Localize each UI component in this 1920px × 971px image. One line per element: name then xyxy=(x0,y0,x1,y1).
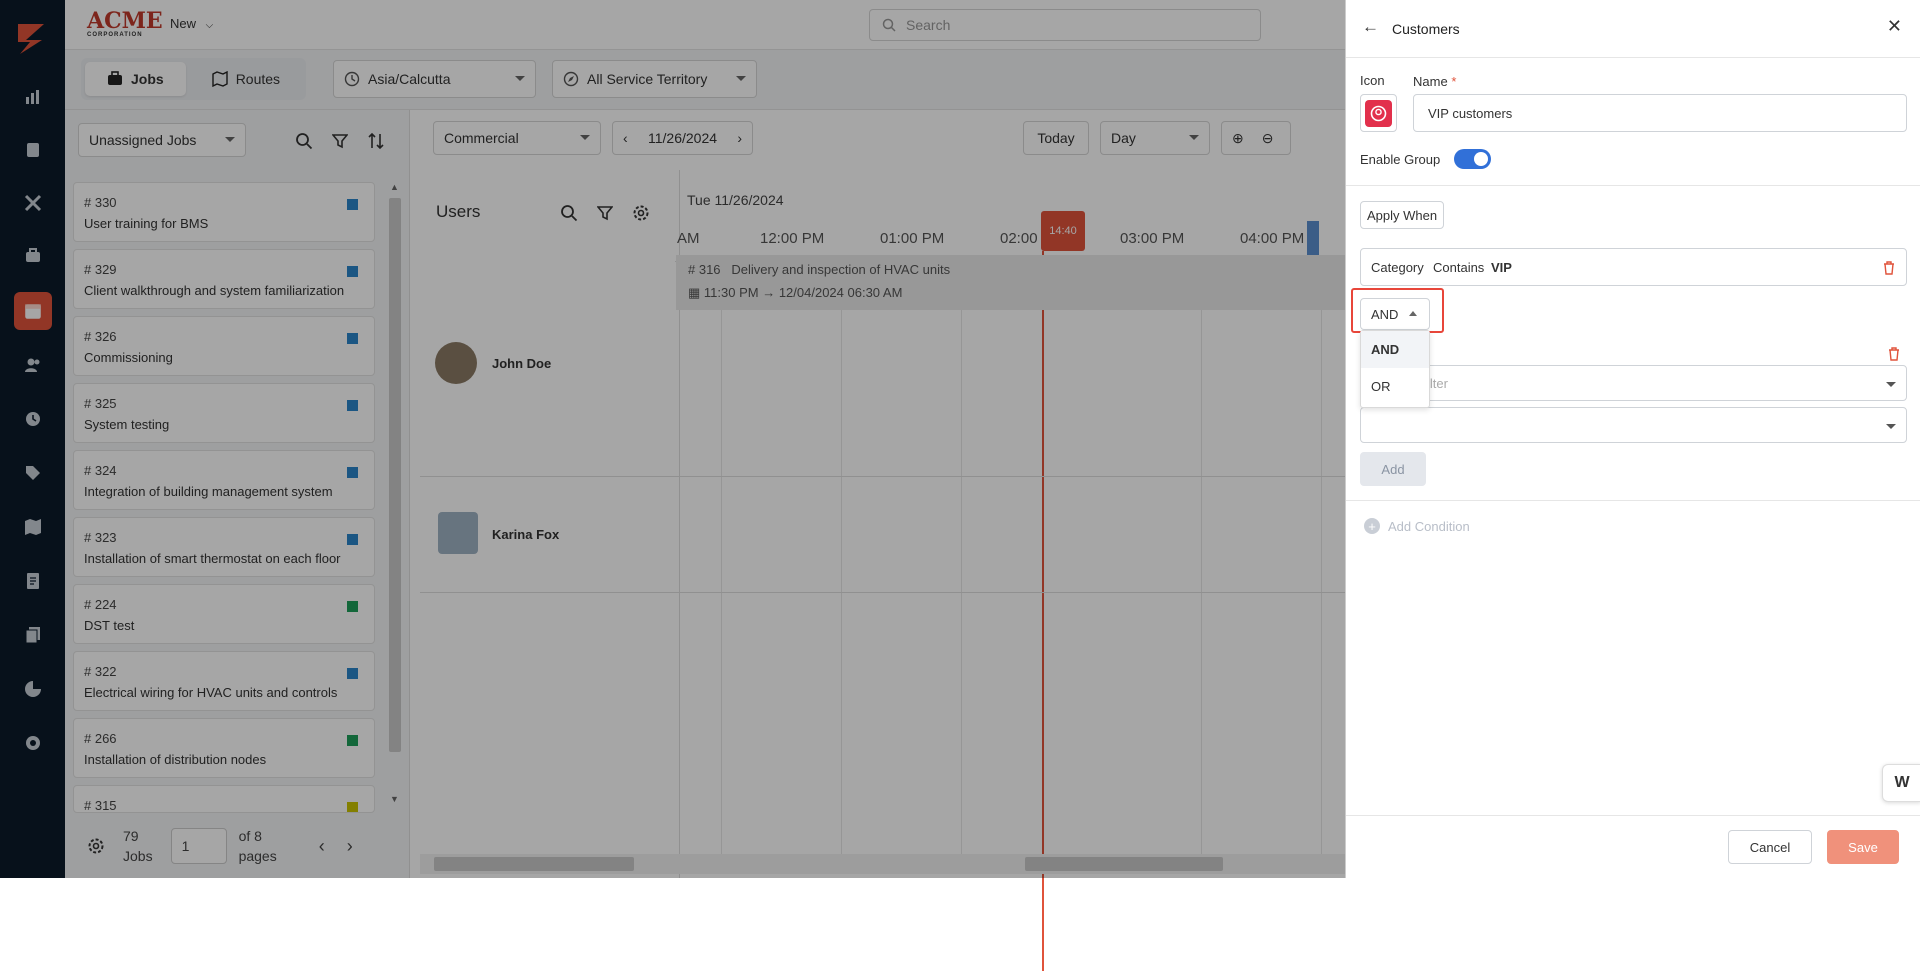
icon-label: Icon xyxy=(1360,73,1385,88)
save-button[interactable]: Save xyxy=(1827,830,1899,864)
filter-field-placeholder: ilter xyxy=(1427,375,1448,391)
dropdown-option-or[interactable]: OR xyxy=(1361,368,1429,405)
drawer-header: ← Customers ✕ xyxy=(1346,0,1920,58)
dropdown-option-label: AND xyxy=(1371,342,1400,357)
user-circle-icon xyxy=(1365,99,1392,127)
section-divider xyxy=(1346,500,1920,501)
logic-operator-value: AND xyxy=(1371,306,1399,322)
condition-field: Category xyxy=(1371,260,1424,275)
drawer-title: Customers xyxy=(1392,21,1460,37)
group-name-input[interactable]: VIP customers xyxy=(1413,94,1907,132)
add-button-label: Add xyxy=(1381,461,1405,477)
add-condition-button[interactable]: + Add Condition xyxy=(1364,518,1470,534)
customer-group-drawer: ← Customers ✕ Icon Name * VIP customers … xyxy=(1345,0,1920,878)
plus-circle-icon: + xyxy=(1364,518,1380,534)
apply-when-label: Apply When xyxy=(1366,207,1438,223)
required-mark: * xyxy=(1451,74,1457,89)
section-divider xyxy=(1346,185,1920,186)
filter-value-select[interactable] xyxy=(1360,407,1907,443)
enable-group-toggle[interactable] xyxy=(1454,149,1491,169)
filter-field-select[interactable]: ilter xyxy=(1360,365,1907,401)
add-button[interactable]: Add xyxy=(1360,452,1426,486)
dropdown-option-and[interactable]: AND xyxy=(1361,331,1429,368)
logic-operator-dropdown: AND OR xyxy=(1360,330,1430,408)
save-button-label: Save xyxy=(1848,839,1878,855)
cancel-button[interactable]: Cancel xyxy=(1728,830,1812,864)
condition-value: VIP xyxy=(1491,260,1512,275)
enable-group-label: Enable Group xyxy=(1360,152,1441,167)
add-condition-label: Add Condition xyxy=(1388,518,1470,534)
condition-operator: Contains xyxy=(1433,260,1485,275)
cancel-button-label: Cancel xyxy=(1749,839,1791,855)
logic-operator-select[interactable]: AND xyxy=(1360,298,1430,330)
trash-icon[interactable] xyxy=(1882,260,1896,275)
footer-divider xyxy=(1346,815,1920,816)
group-name-value: VIP customers xyxy=(1428,105,1513,121)
group-icon-picker[interactable] xyxy=(1360,94,1397,132)
caret-down-icon xyxy=(1886,382,1896,387)
widget-launcher-icon[interactable]: W xyxy=(1882,764,1920,802)
dropdown-option-label: OR xyxy=(1371,379,1391,394)
condition-row[interactable]: Category Contains VIP xyxy=(1360,248,1907,286)
caret-down-icon xyxy=(1886,424,1896,429)
back-arrow-icon[interactable]: ← xyxy=(1362,17,1379,37)
name-label: Name * xyxy=(1413,74,1456,89)
name-label-text: Name xyxy=(1413,74,1448,89)
apply-when-button[interactable]: Apply When xyxy=(1360,201,1444,229)
trash-icon[interactable] xyxy=(1887,346,1901,361)
close-icon[interactable]: ✕ xyxy=(1887,16,1902,37)
app-root: ACME CORPORATION New ⌵ Search Jobs Route… xyxy=(0,0,1920,971)
caret-up-icon xyxy=(1409,311,1417,316)
modal-backdrop[interactable] xyxy=(0,0,1345,878)
